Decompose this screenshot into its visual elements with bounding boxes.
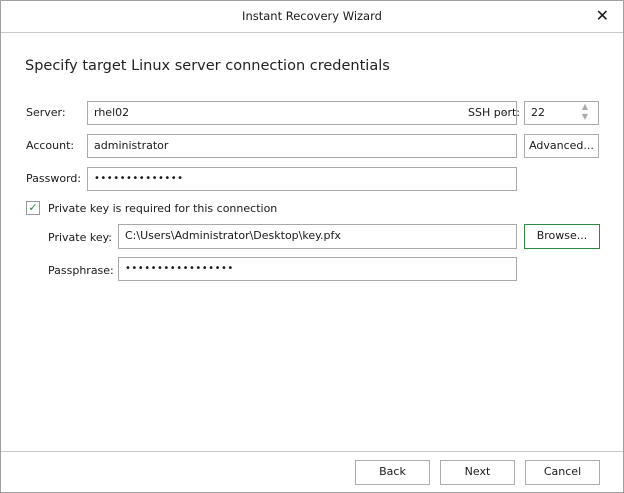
server-value: rhel02	[94, 106, 130, 119]
ssh-port-label: SSH port:	[468, 106, 520, 119]
password-label: Password:	[26, 172, 82, 185]
window-title: Instant Recovery Wizard	[242, 9, 382, 23]
ssh-port-stepper[interactable]: 22 ▲ ▼	[524, 101, 599, 125]
dialog-window: Instant Recovery Wizard ✕ Specify target…	[0, 0, 624, 493]
next-button[interactable]: Next	[440, 460, 515, 485]
server-label: Server:	[26, 106, 66, 119]
account-input[interactable]: administrator	[87, 134, 517, 158]
private-key-checkbox[interactable]: ✓	[26, 201, 40, 215]
footer-divider	[1, 451, 623, 452]
page-title: Specify target Linux server connection c…	[25, 58, 390, 74]
private-key-label: Private key:	[48, 231, 113, 244]
browse-button[interactable]: Browse...	[524, 224, 600, 249]
private-key-checkbox-label[interactable]: Private key is required for this connect…	[48, 202, 277, 215]
passphrase-label: Passphrase:	[48, 264, 114, 277]
passphrase-input[interactable]: •••••••••••••••••	[118, 257, 517, 281]
spin-down-icon[interactable]: ▼	[574, 112, 596, 122]
title-bar: Instant Recovery Wizard ✕	[1, 1, 623, 33]
spin-up-icon[interactable]: ▲	[574, 102, 596, 112]
checkmark-icon: ✓	[28, 201, 38, 214]
close-icon[interactable]: ✕	[596, 6, 609, 25]
private-key-input[interactable]: C:\Users\Administrator\Desktop\key.pfx	[118, 224, 517, 249]
server-combobox[interactable]: rhel02 ⌄	[87, 101, 517, 125]
cancel-button[interactable]: Cancel	[525, 460, 600, 485]
advanced-button[interactable]: Advanced...	[524, 134, 599, 158]
ssh-port-value: 22	[531, 106, 545, 119]
back-button[interactable]: Back	[355, 460, 430, 485]
password-input[interactable]: ••••••••••••••	[87, 167, 517, 191]
account-label: Account:	[26, 139, 75, 152]
